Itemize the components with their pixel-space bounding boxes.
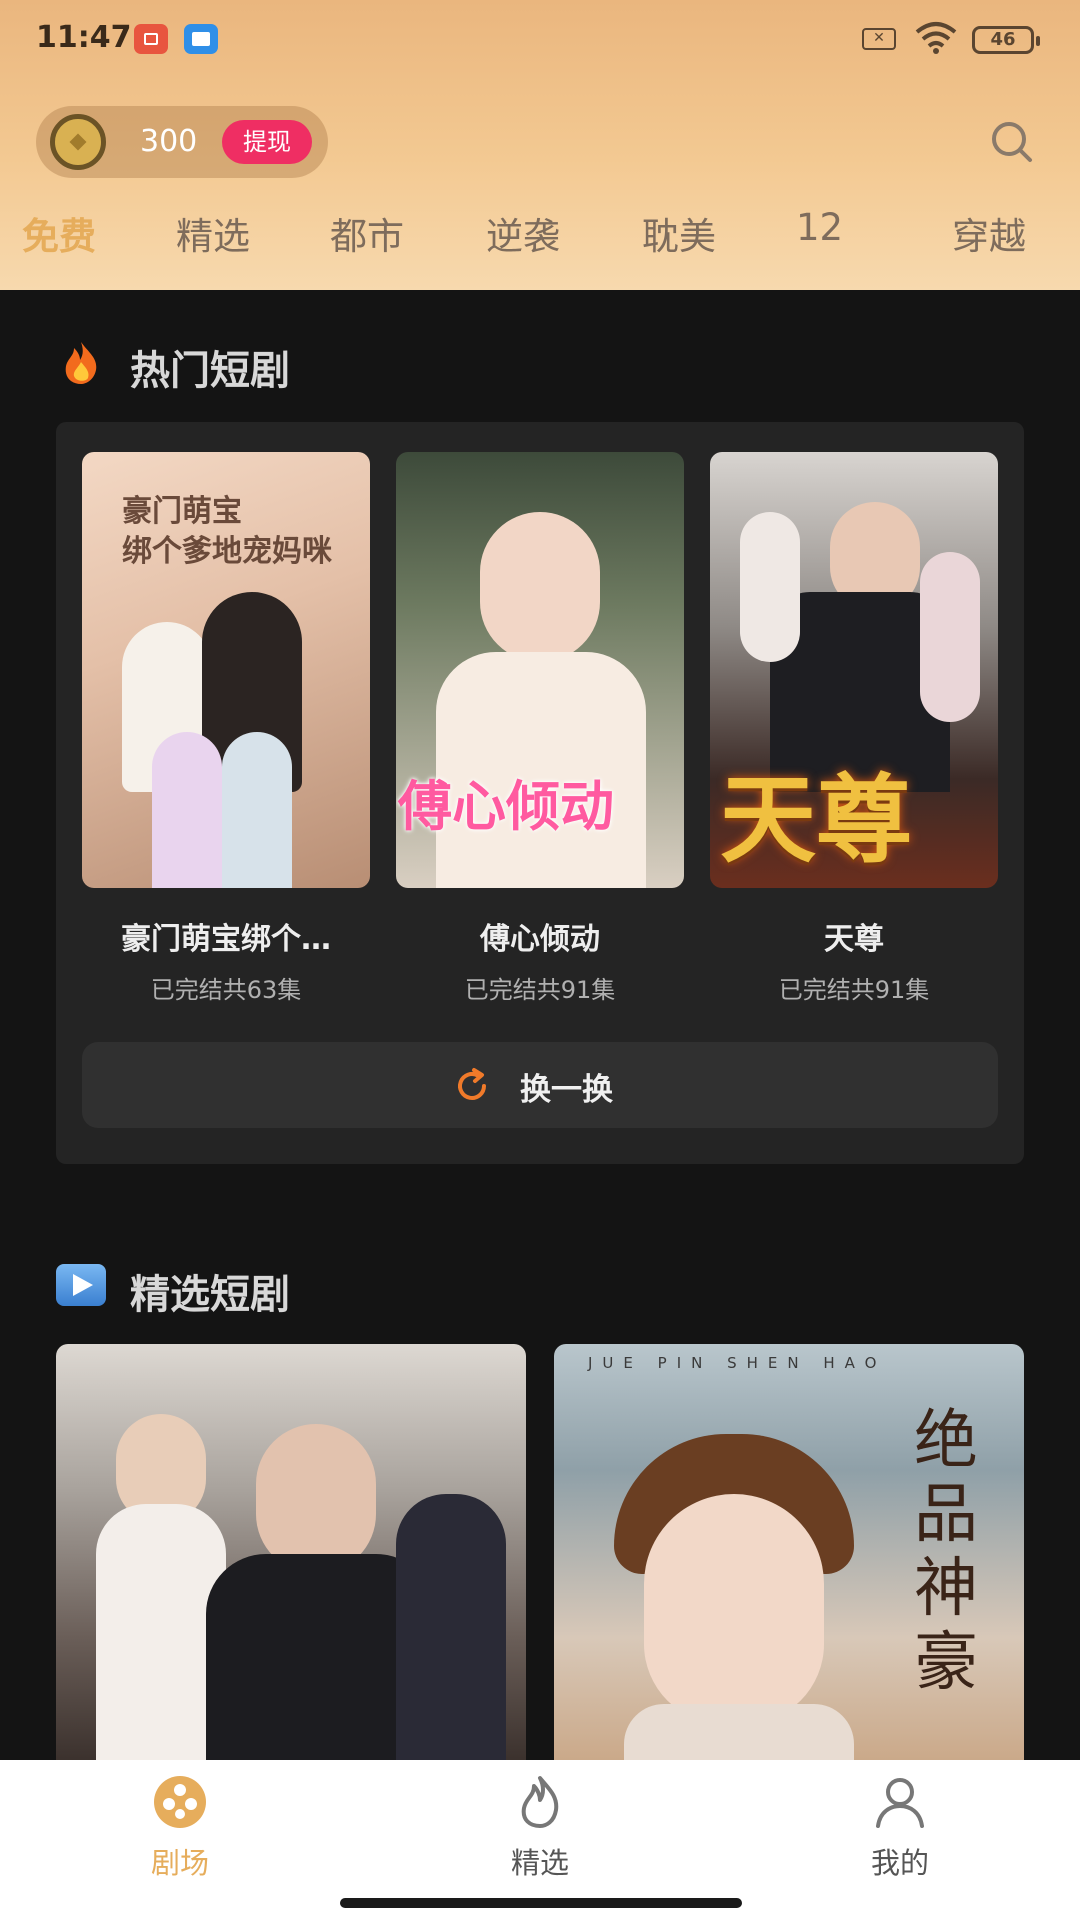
drama-title: 天尊 [824,922,884,957]
film-reel-icon [154,1776,206,1828]
nav-label: 精选 [510,1846,569,1880]
featured-drama-card[interactable] [56,1344,526,1764]
flame-icon [521,1776,559,1828]
battery-icon: 46 [972,26,1040,54]
category-tabs: 免费 精选 都市 逆袭 耽美 12 穿越 [0,206,1080,266]
tab-urban[interactable]: 都市 [330,206,404,260]
coin-balance[interactable]: 300 提现 [36,106,328,178]
drama-title: 傅心倾动 [480,922,600,957]
bottom-nav: 剧场 精选 我的 [0,1760,1080,1920]
home-indicator[interactable] [340,1898,742,1908]
nav-label: 剧场 [150,1846,209,1880]
play-icon [56,1264,106,1306]
drama-poster[interactable]: 豪门萌宝 绑个爹地宠妈咪 [82,452,370,888]
refresh-button[interactable]: 换一换 [82,1042,998,1128]
drama-card[interactable]: 豪门萌宝 绑个爹地宠妈咪 豪门萌宝绑个… 已完结共63集 [82,452,370,1005]
header-background: 11:47 ✕ 46 300 提现 免费 精选 都市 逆袭 耽美 12 穿越 [0,0,1080,290]
tab-time-travel[interactable]: 穿越 [952,206,1026,260]
drama-episodes: 已完结共63集 [150,976,302,1004]
poster-caption: 绝品神豪 [914,1404,978,1700]
nav-label: 我的 [870,1846,929,1880]
drama-card[interactable]: 天尊 天尊 已完结共91集 [710,452,998,1005]
drama-poster[interactable]: 天尊 [710,452,998,888]
poster-caption: 豪门萌宝 绑个爹地宠妈咪 [122,494,332,569]
refresh-label: 换一换 [520,1072,613,1108]
tab-free[interactable]: 免费 [22,206,96,260]
tab-12[interactable]: 12 [796,206,843,249]
featured-drama-card[interactable]: JUE PIN SHEN HAO 绝品神豪 [554,1344,1024,1764]
tab-danmei[interactable]: 耽美 [642,206,716,260]
hot-dramas-panel: 豪门萌宝 绑个爹地宠妈咪 豪门萌宝绑个… 已完结共63集 傅心倾动 傅心倾动 已… [56,422,1024,1164]
coin-count: 300 [140,124,198,159]
coin-icon [50,114,106,170]
nav-mine[interactable]: 我的 [800,1774,1000,1882]
sim-icon: ✕ [862,28,896,50]
status-time: 11:47 [36,20,132,55]
poster-subcaption: JUE PIN SHEN HAO [588,1354,887,1372]
wifi-icon [915,22,957,54]
tab-selected[interactable]: 精选 [176,206,250,260]
notification-app-icon [134,24,168,54]
status-bar: 11:47 ✕ 46 [0,0,1080,80]
drama-episodes: 已完结共91集 [778,976,930,1004]
poster-caption: 天尊 [720,763,912,876]
poster-caption: 傅心倾动 [398,775,614,838]
search-icon[interactable] [990,120,1034,164]
withdraw-button[interactable]: 提现 [222,120,312,164]
drama-title: 豪门萌宝绑个… [121,922,331,957]
nav-theater[interactable]: 剧场 [80,1774,280,1882]
nav-featured[interactable]: 精选 [440,1774,640,1882]
featured-section-title: 精选短剧 [130,1272,290,1318]
person-icon [876,1778,924,1828]
drama-poster[interactable]: 傅心倾动 [396,452,684,888]
hot-section-title: 热门短剧 [130,348,290,394]
drama-card[interactable]: 傅心倾动 傅心倾动 已完结共91集 [396,452,684,1005]
flame-icon [65,342,97,384]
tab-comeback[interactable]: 逆袭 [486,206,560,260]
drama-episodes: 已完结共91集 [464,976,616,1004]
refresh-icon [458,1068,486,1100]
notification-app-icon-2 [184,24,218,54]
